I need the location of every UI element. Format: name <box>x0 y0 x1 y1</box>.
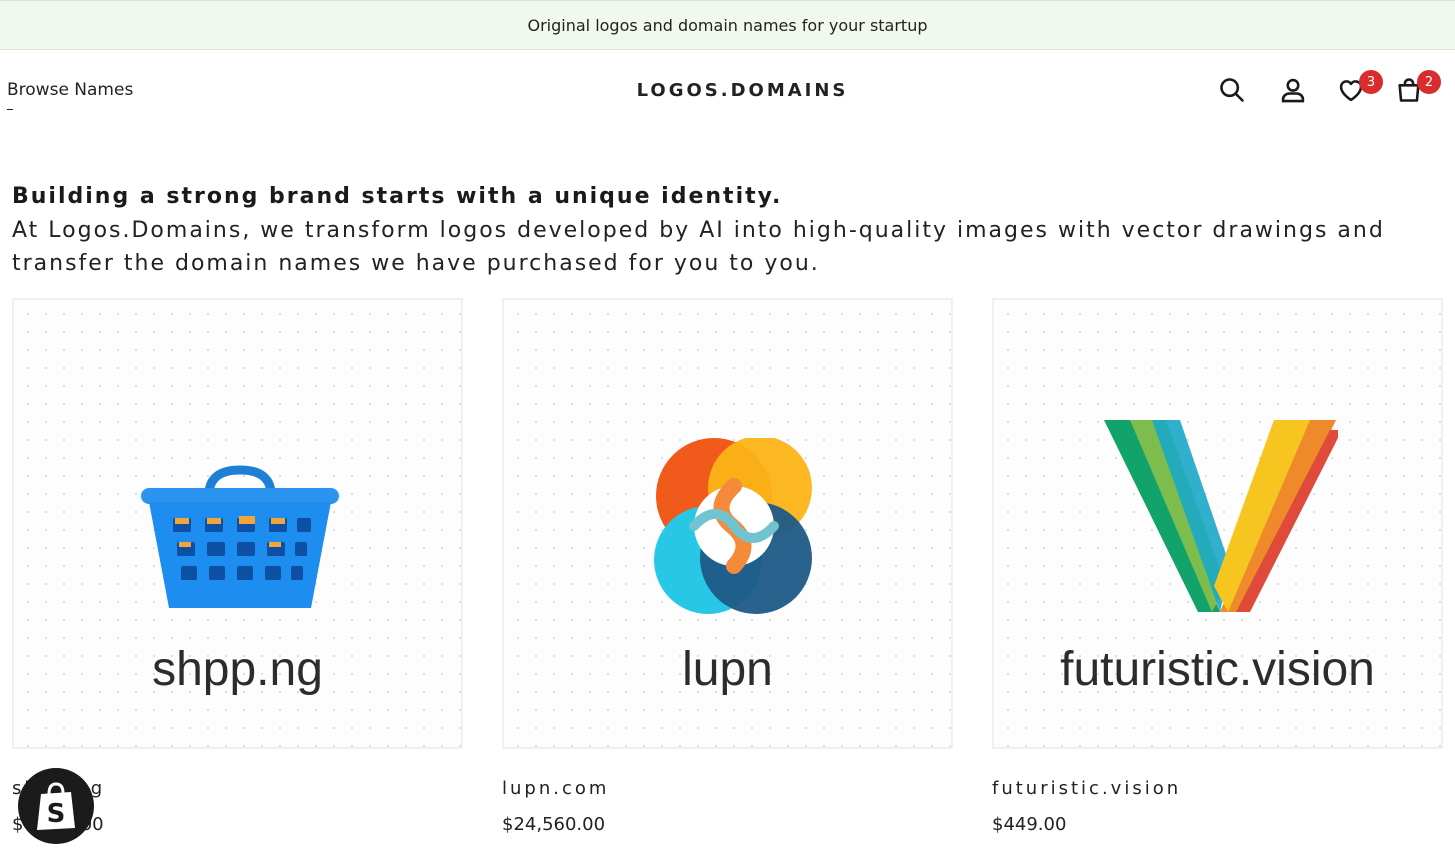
product-card[interactable]: shpp.ng shpp.ng $4,270.00 <box>12 298 463 835</box>
shopify-badge-button[interactable]: S <box>18 768 94 844</box>
product-title[interactable]: lupn.com <box>502 778 609 799</box>
user-icon <box>1281 78 1305 103</box>
announcement-text: Original logos and domain names for your… <box>527 15 928 35</box>
cart-button[interactable]: 2 <box>1395 70 1441 106</box>
product-price: $449.00 <box>992 814 1067 835</box>
search-button[interactable] <box>1218 76 1248 106</box>
site-header: Browse Names LOGOS.DOMAINS 3 2 <box>0 52 1455 132</box>
product-image[interactable]: shpp.ng <box>12 298 463 749</box>
product-image-wordmark: futuristic.vision <box>1060 643 1375 696</box>
basket-logo <box>141 465 339 608</box>
search-icon <box>1220 78 1244 102</box>
announcement-bar: Original logos and domain names for your… <box>0 0 1455 50</box>
wishlist-count-badge: 3 <box>1359 70 1383 94</box>
product-image-wordmark: shpp.ng <box>152 643 323 696</box>
cart-count-badge: 2 <box>1417 70 1441 94</box>
product-card[interactable]: futuristic.vision futuristic.vision $449… <box>992 298 1443 835</box>
intro-heading: Building a strong brand starts with a un… <box>12 184 783 209</box>
product-image[interactable]: futuristic.vision <box>992 298 1443 749</box>
product-card[interactable]: lupn lupn.com $24,560.00 <box>502 298 953 835</box>
shopify-bag-icon: S <box>37 782 75 830</box>
product-image-wordmark: lupn <box>682 643 773 696</box>
intro-section: Building a strong brand starts with a un… <box>12 180 1442 280</box>
swirl-logo <box>654 438 812 614</box>
product-image[interactable]: lupn <box>502 298 953 749</box>
wishlist-button[interactable]: 3 <box>1337 70 1383 106</box>
product-price: $24,560.00 <box>502 814 606 835</box>
v-logo <box>1104 420 1338 612</box>
svg-text:S: S <box>47 799 66 829</box>
account-button[interactable] <box>1279 76 1309 106</box>
intro-body: At Logos.Domains, we transform logos dev… <box>12 218 1385 276</box>
product-title[interactable]: futuristic.vision <box>992 778 1181 799</box>
